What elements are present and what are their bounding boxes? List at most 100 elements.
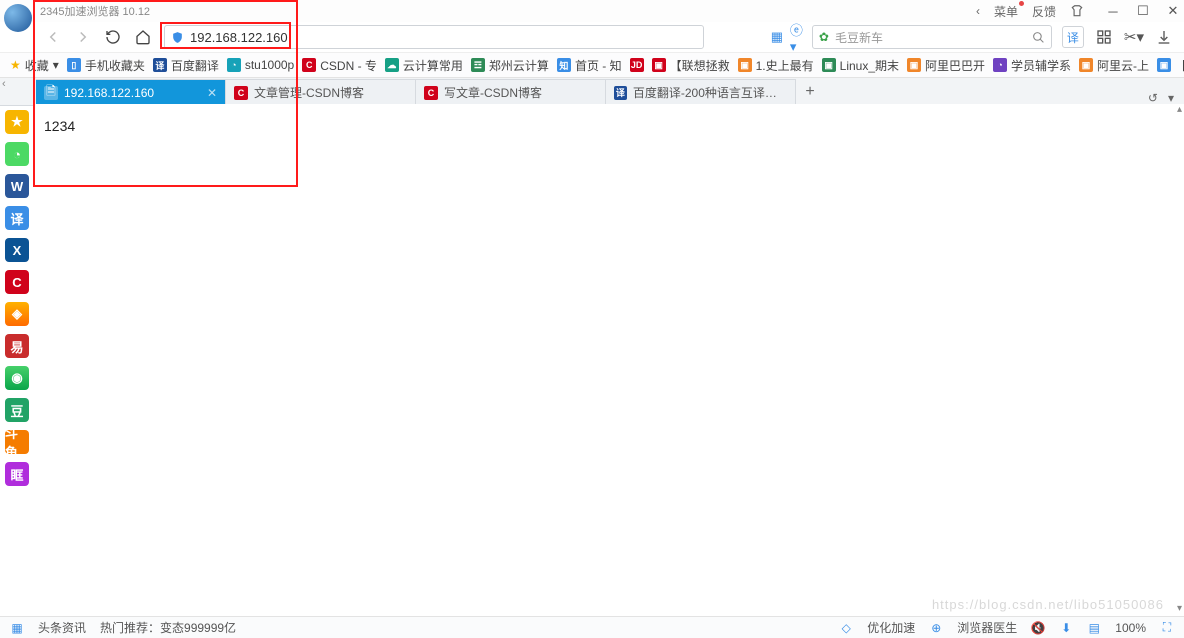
favicon: ▣ — [652, 58, 666, 72]
bookmark-item[interactable]: 译百度翻译 — [153, 57, 219, 74]
bookmark-item[interactable]: ▣【国际认证 — [1157, 57, 1184, 74]
rail-app-icon[interactable]: X — [5, 238, 29, 262]
sidebar-collapse-icon[interactable]: ‹ — [2, 78, 6, 90]
page-icon: 🗎 — [44, 86, 58, 100]
accel-label[interactable]: 优化加速 — [867, 619, 915, 636]
bookmark-item[interactable]: ☲郑州云计算 — [471, 57, 549, 74]
bookmark-item[interactable]: ▣Linux_期末 — [822, 57, 899, 74]
favicon: 译 — [614, 86, 627, 100]
bookmark-item[interactable]: JD — [630, 58, 644, 72]
favicon: ☲ — [471, 58, 485, 72]
favicon: ▣ — [907, 58, 921, 72]
snip-icon[interactable]: ✂▾ — [1124, 28, 1144, 46]
rail-csdn-icon[interactable]: C — [5, 270, 29, 294]
accel-icon: ◇ — [839, 621, 853, 635]
bookmark-item[interactable]: CCSDN - 专 — [302, 57, 377, 74]
skin-icon[interactable] — [1070, 4, 1084, 18]
hot-recommend[interactable]: 热门推荐：变态999999亿 — [100, 619, 236, 636]
bookmark-item[interactable]: ▣【联想拯救 — [652, 57, 730, 74]
rail-game-icon[interactable]: ◈ — [5, 302, 29, 326]
maximize-button[interactable]: ☐ — [1136, 4, 1150, 18]
new-tab-button[interactable]: + — [796, 79, 824, 105]
search-icon[interactable] — [1032, 31, 1045, 44]
favicon: ▣ — [1157, 58, 1171, 72]
download-icon[interactable] — [1156, 29, 1172, 45]
bookmark-item[interactable]: ▣阿里巴巴开 — [907, 57, 985, 74]
scroll-down-icon[interactable]: ▾ — [1177, 603, 1182, 614]
rail-translate-icon[interactable]: 译 — [5, 206, 29, 230]
minimize-button[interactable]: ─ — [1106, 4, 1120, 18]
rail-app-icon[interactable]: ◉ — [5, 366, 29, 390]
back-button[interactable] — [40, 24, 66, 50]
favicon: ▣ — [1079, 58, 1093, 72]
favorites-button[interactable]: ★收藏 ▾ — [10, 57, 59, 74]
rail-app-icon[interactable]: 易 — [5, 334, 29, 358]
favicon: 知 — [557, 58, 571, 72]
tab[interactable]: C 文章管理-CSDN博客 — [226, 79, 416, 105]
user-avatar[interactable] — [4, 4, 32, 32]
title-bar: 2345加速浏览器 10.12 ‹ 菜单 反馈 ─ ☐ ✕ — [0, 0, 1184, 22]
feedback-button[interactable]: 反馈 — [1032, 3, 1056, 20]
net-icon[interactable]: ▤ — [1087, 621, 1101, 635]
phone-icon: ▯ — [67, 58, 81, 72]
news-label[interactable]: 头条资讯 — [38, 619, 86, 636]
restore-tab-icon[interactable]: ↺ — [1148, 91, 1158, 105]
rail-history-icon[interactable]: ◔ — [5, 142, 29, 166]
favicon: ◔ — [227, 58, 241, 72]
search-box[interactable]: ✿ 毛豆新车 — [812, 25, 1052, 49]
status-bar: ▦ 头条资讯 热门推荐：变态999999亿 ◇ 优化加速 ⊕ 浏览器医生 🔇 ⬇… — [0, 616, 1184, 638]
window-left-icon[interactable]: ‹ — [976, 4, 980, 18]
page-content: 1234 — [34, 104, 1184, 616]
scroll-up-icon[interactable]: ▴ — [1177, 104, 1182, 115]
bookmark-item[interactable]: ▯手机收藏夹 — [67, 57, 145, 74]
favicon: ▣ — [822, 58, 836, 72]
favicon: C — [234, 86, 248, 100]
tab-strip: 🗎 192.168.122.160 ✕ C 文章管理-CSDN博客 C 写文章-… — [0, 78, 1184, 106]
reload-button[interactable] — [100, 24, 126, 50]
url-text: 192.168.122.160 — [190, 30, 288, 45]
tabs-menu-icon[interactable]: ▾ — [1168, 91, 1174, 105]
sound-icon[interactable]: 🔇 — [1031, 621, 1045, 635]
rail-app-icon[interactable]: 眶 — [5, 462, 29, 486]
home-button[interactable] — [130, 24, 156, 50]
favicon: ◔ — [993, 58, 1007, 72]
bookmark-item[interactable]: ▣1.史上最有 — [738, 57, 814, 74]
tab-label: 写文章-CSDN博客 — [444, 84, 542, 101]
tab[interactable]: C 写文章-CSDN博客 — [416, 79, 606, 105]
qr-icon[interactable]: ▦ — [768, 28, 786, 46]
doctor-label[interactable]: 浏览器医生 — [957, 619, 1017, 636]
rail-favorite-icon[interactable]: ★ — [5, 110, 29, 134]
close-window-button[interactable]: ✕ — [1166, 4, 1180, 18]
rail-douyu-icon[interactable]: 斗鱼 — [5, 430, 29, 454]
fullscreen-icon[interactable]: ⛶ — [1160, 621, 1174, 635]
bookmark-item[interactable]: ☁云计算常用 — [385, 57, 463, 74]
security-shield-icon — [171, 31, 184, 44]
favicon: C — [302, 58, 316, 72]
doctor-icon: ⊕ — [929, 621, 943, 635]
zoom-label[interactable]: 100% — [1115, 621, 1146, 635]
tab-active[interactable]: 🗎 192.168.122.160 ✕ — [36, 79, 226, 105]
search-placeholder: 毛豆新车 — [835, 29, 883, 46]
bookmark-item[interactable]: ◔stu1000p — [227, 58, 294, 72]
rail-douban-icon[interactable]: 豆 — [5, 398, 29, 422]
favicon: C — [424, 86, 438, 100]
address-bar[interactable]: 192.168.122.160 — [164, 25, 704, 49]
bookmark-item[interactable]: ◔学员辅学系 — [993, 57, 1071, 74]
tab-label: 192.168.122.160 — [64, 86, 154, 100]
ie-mode-icon[interactable]: ⓔ ▾ — [790, 28, 808, 46]
bookmarks-bar: ★收藏 ▾ ▯手机收藏夹 译百度翻译 ◔stu1000p CCSDN - 专 ☁… — [0, 52, 1184, 78]
rail-word-icon[interactable]: W — [5, 174, 29, 198]
bookmark-item[interactable]: 知首页 - 知 — [557, 57, 622, 74]
tab-label: 文章管理-CSDN博客 — [254, 84, 364, 101]
translate-button[interactable]: 译 — [1062, 26, 1084, 48]
watermark-text: https://blog.csdn.net/libo51050086 — [932, 597, 1164, 612]
news-icon[interactable]: ▦ — [10, 621, 24, 635]
tab-close-icon[interactable]: ✕ — [207, 86, 217, 100]
download-status-icon[interactable]: ⬇ — [1059, 621, 1073, 635]
grid-apps-icon[interactable] — [1096, 29, 1112, 45]
tab[interactable]: 译 百度翻译-200种语言互译、沟… — [606, 79, 796, 105]
bookmark-item[interactable]: ▣阿里云-上 — [1079, 57, 1149, 74]
favicon: ▣ — [738, 58, 752, 72]
menu-button[interactable]: 菜单 — [994, 3, 1018, 20]
forward-button[interactable] — [70, 24, 96, 50]
